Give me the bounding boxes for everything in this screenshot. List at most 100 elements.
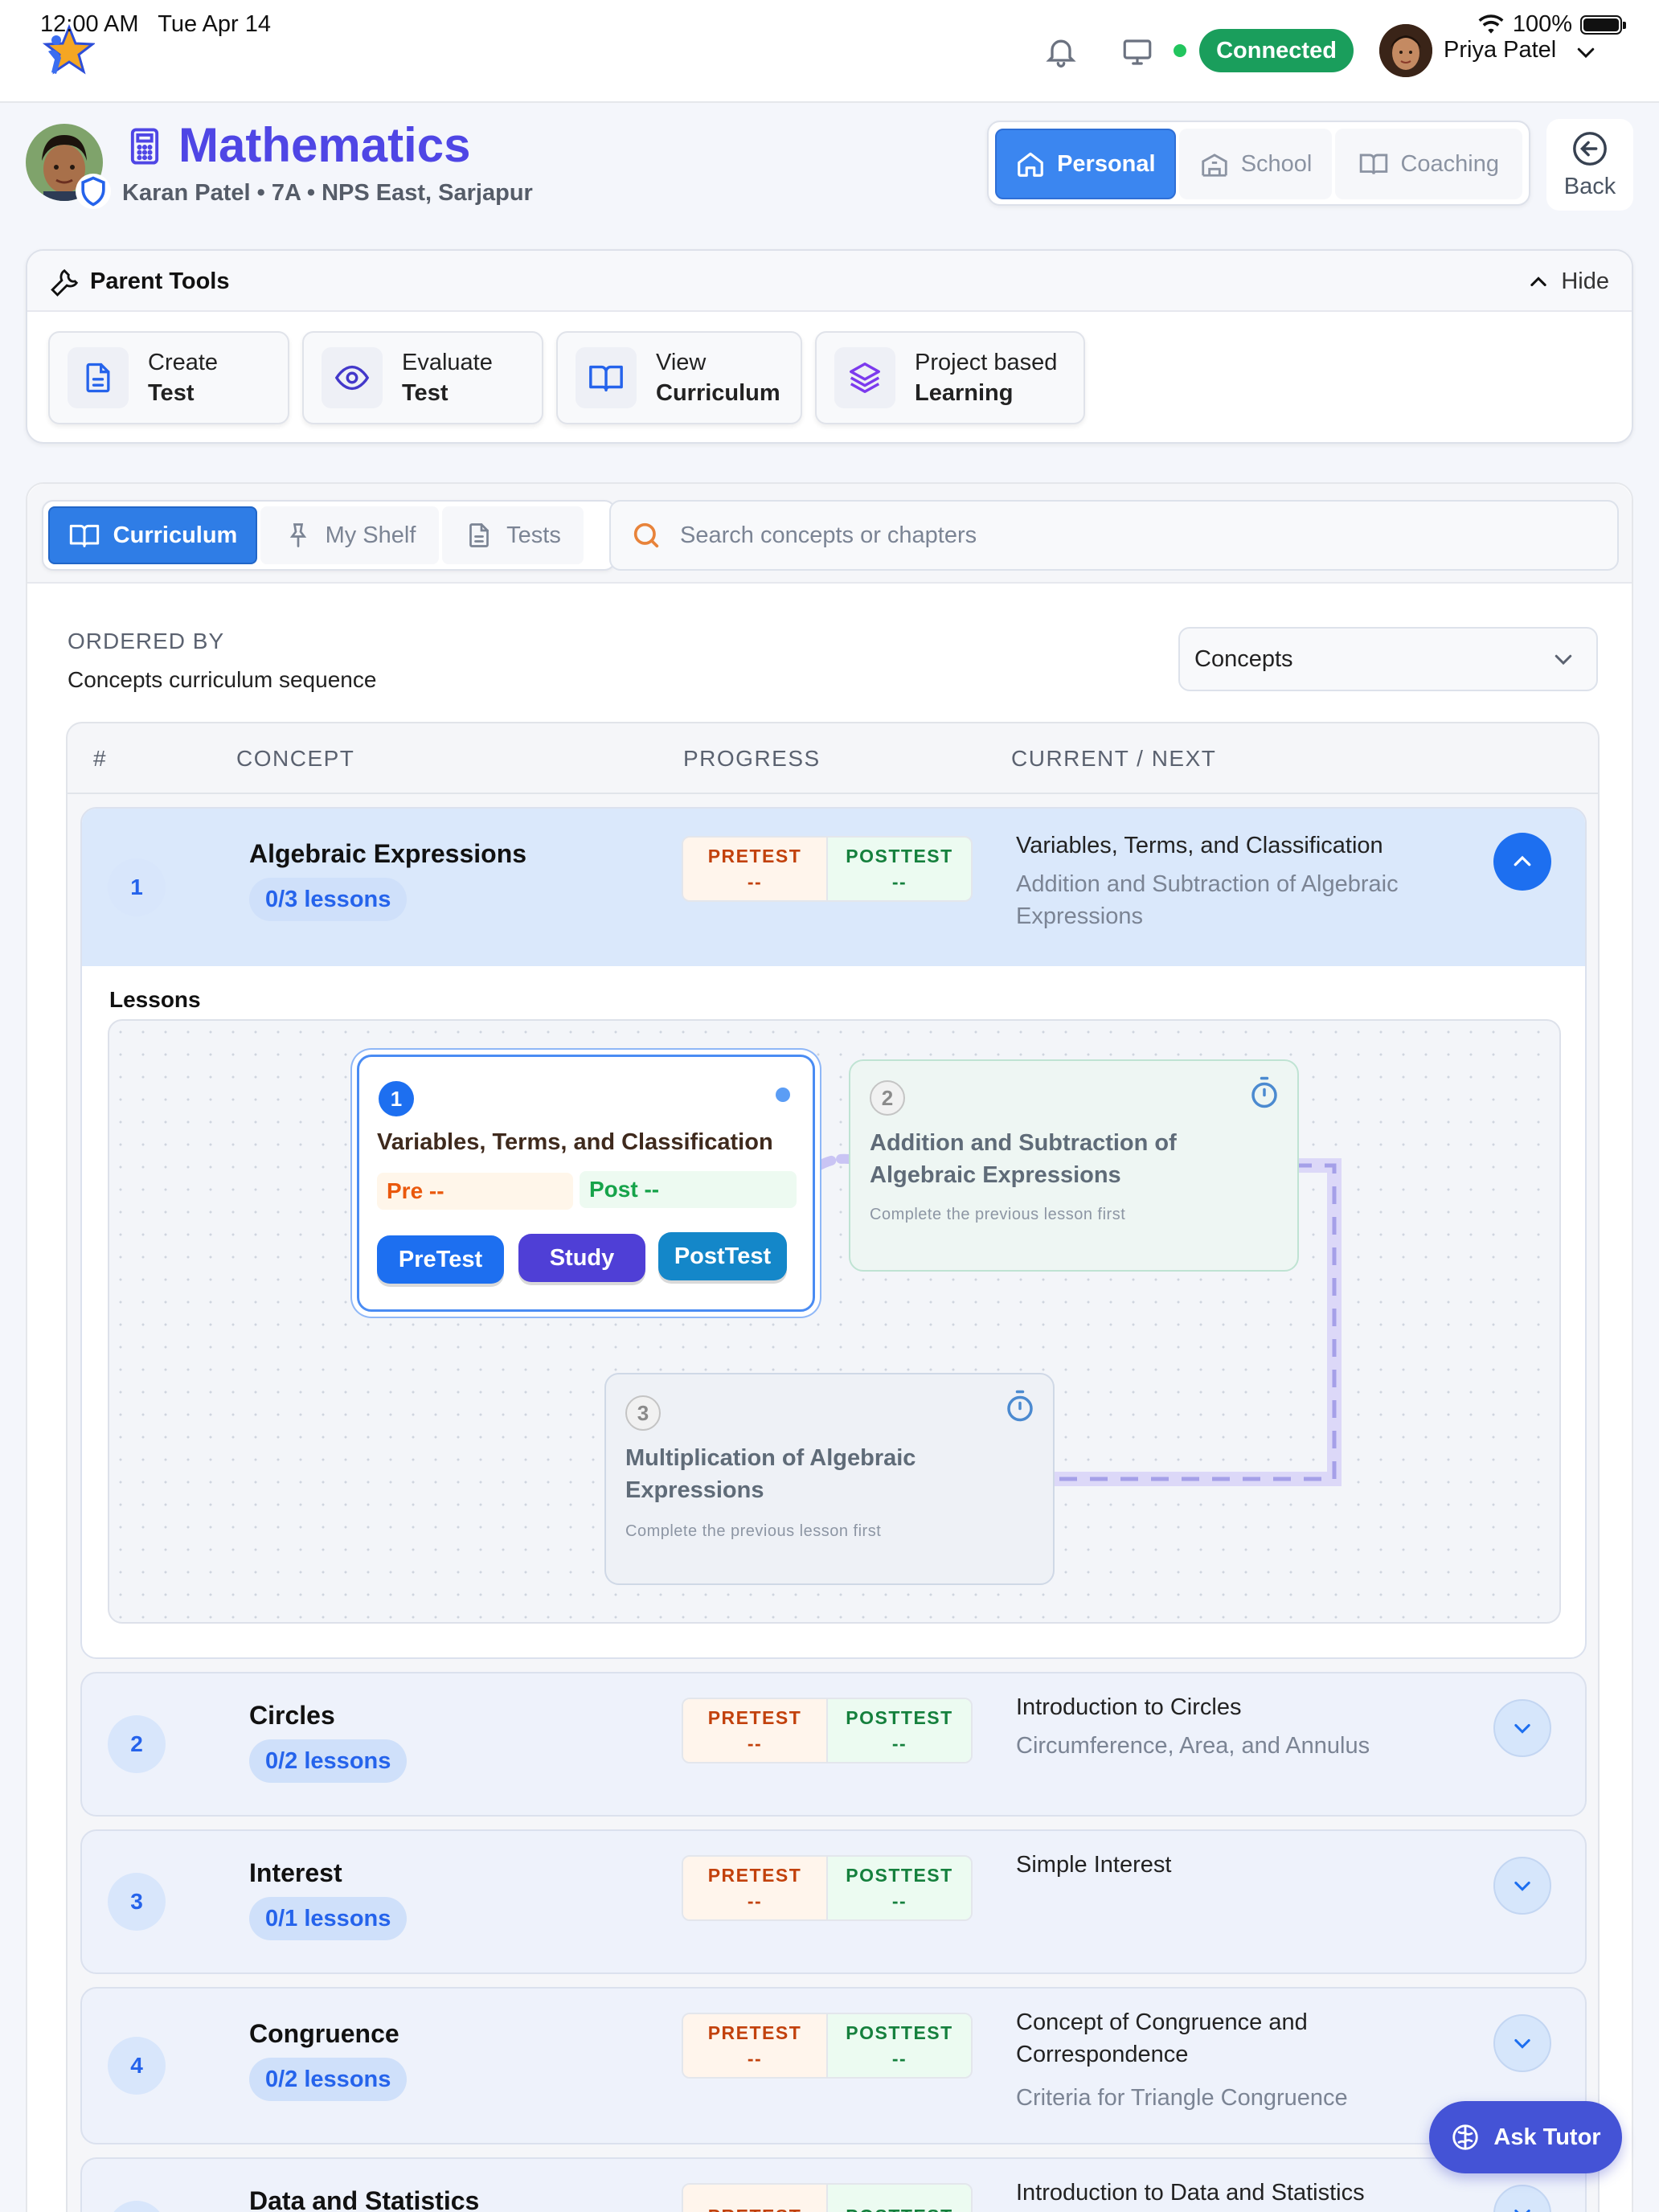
tool-icon-box bbox=[834, 347, 895, 408]
study-button[interactable]: Study bbox=[518, 1234, 645, 1282]
search-input[interactable]: Search concepts or chapters bbox=[680, 522, 977, 549]
battery-percent: 100% bbox=[1512, 11, 1572, 37]
book-icon bbox=[1360, 154, 1388, 174]
project-based-learning-tool[interactable]: Project based Learning bbox=[815, 331, 1085, 424]
progress-scores: PRETEST -- POSTTEST -- bbox=[682, 836, 973, 902]
parent-tools-panel: Parent Tools Hide Create Test Evaluate Tes… bbox=[26, 249, 1633, 444]
tab-tests[interactable]: Tests bbox=[442, 506, 584, 564]
ordering-select[interactable]: Concepts bbox=[1178, 627, 1598, 691]
back-button[interactable]: Back bbox=[1546, 119, 1633, 211]
col-header-current-next: CURRENT / NEXT bbox=[1011, 746, 1217, 771]
status-clock: 12:00 AM bbox=[40, 11, 139, 37]
concept-number: 4 bbox=[108, 2037, 166, 2095]
create-test-tool[interactable]: Create Test bbox=[48, 331, 289, 424]
tool-line2: Test bbox=[148, 380, 195, 406]
chevron-up-icon bbox=[1530, 276, 1547, 286]
tab-my-shelf[interactable]: My Shelf bbox=[260, 506, 439, 564]
expand-button[interactable] bbox=[1493, 2185, 1551, 2212]
current-lesson: Simple Interest bbox=[1016, 1852, 1172, 1878]
curriculum-panel: Curriculum My Shelf Tests Search concept… bbox=[26, 482, 1633, 2212]
tab-label: My Shelf bbox=[325, 522, 416, 548]
tool-line2: Test bbox=[402, 380, 449, 406]
lesson-card-1[interactable]: 1 Variables, Terms, and Classification P… bbox=[357, 1055, 815, 1312]
concept-number: 5 bbox=[108, 2201, 166, 2212]
status-right: 100% bbox=[1477, 11, 1626, 38]
back-label: Back bbox=[1563, 173, 1616, 199]
pretest-button[interactable]: PreTest bbox=[377, 1235, 504, 1284]
search-box[interactable]: Search concepts or chapters bbox=[609, 500, 1619, 571]
posttest-score: POSTTEST -- bbox=[828, 838, 971, 900]
content-tabs-bar: Curriculum My Shelf Tests Search concept… bbox=[27, 484, 1632, 584]
status-time: 12:00 AM Tue Apr 14 bbox=[40, 11, 271, 38]
posttest-score: POSTTEST -- bbox=[828, 1857, 971, 1919]
pretest-value: -- bbox=[747, 2048, 763, 2069]
expand-button[interactable] bbox=[1493, 2014, 1551, 2072]
next-lesson: Circumference, Area, and Annulus bbox=[1016, 1733, 1370, 1759]
subject-title: Mathematics bbox=[178, 118, 471, 172]
lesson-post-score: Post -- bbox=[580, 1171, 797, 1208]
lessons-count-badge: 0/3 lessons bbox=[249, 878, 408, 921]
tab-curriculum[interactable]: Curriculum bbox=[48, 506, 257, 564]
lesson-card-2[interactable]: 2 Addition and Subtraction of Algebraic … bbox=[849, 1059, 1299, 1272]
lesson-number: 3 bbox=[625, 1395, 661, 1431]
lessons-count-badge: 0/2 lessons bbox=[249, 2058, 408, 2101]
ordered-by-label: ORDERED BY bbox=[68, 629, 225, 653]
current-lesson: Introduction to Data and Statistics bbox=[1016, 2180, 1365, 2206]
expand-button[interactable] bbox=[1493, 1699, 1551, 1757]
concept-table: # CONCEPT PROGRESS CURRENT / NEXT 1 Alge… bbox=[66, 722, 1600, 2212]
tab-label: Tests bbox=[506, 522, 561, 548]
lesson-locked-hint: Complete the previous lesson first bbox=[870, 1206, 1126, 1223]
mode-tab-school[interactable]: School bbox=[1178, 129, 1333, 199]
concept-row[interactable]: 5 Data and Statistics PRETEST POSTTEST I… bbox=[80, 2157, 1587, 2212]
search-icon bbox=[633, 522, 659, 548]
school-icon bbox=[1202, 154, 1227, 177]
pretest-score: PRETEST -- bbox=[683, 2014, 828, 2077]
next-lesson: Addition and Subtraction of Algebraic Ex… bbox=[1016, 871, 1399, 929]
table-header: # CONCEPT PROGRESS CURRENT / NEXT bbox=[68, 723, 1598, 794]
hide-tools-button[interactable]: Hide bbox=[1527, 268, 1609, 295]
lessons-count-badge: 0/1 lessons bbox=[249, 1897, 408, 1940]
col-header-progress: PROGRESS bbox=[683, 746, 821, 771]
lesson-card-3[interactable]: 3 Multiplication of Algebraic Expression… bbox=[604, 1373, 1055, 1585]
pretest-value: -- bbox=[747, 1890, 763, 1911]
tool-line1: Project based bbox=[915, 350, 1058, 375]
chevron-down-icon bbox=[1514, 2209, 1530, 2212]
collapse-button[interactable] bbox=[1493, 833, 1551, 891]
evaluate-test-tool[interactable]: Evaluate Test bbox=[302, 331, 543, 424]
progress-scores: PRETEST POSTTEST bbox=[682, 2183, 973, 2212]
calculator-icon bbox=[130, 128, 159, 165]
concept-row[interactable]: 4 Congruence 0/2 lessons PRETEST -- POSTT… bbox=[80, 1987, 1587, 2144]
concept-row[interactable]: 3 Interest 0/1 lessons PRETEST -- POSTTES… bbox=[80, 1829, 1587, 1974]
posttest-button[interactable]: PostTest bbox=[658, 1232, 787, 1280]
mode-tab-personal[interactable]: Personal bbox=[995, 129, 1176, 199]
ordered-by-value: Concepts curriculum sequence bbox=[68, 667, 377, 692]
posttest-value: -- bbox=[891, 1890, 907, 1911]
posttest-value: -- bbox=[891, 1733, 907, 1754]
student-info: Karan Patel • 7A • NPS East, Sarjapur bbox=[122, 180, 533, 206]
concept-row[interactable]: 2 Circles 0/2 lessons PRETEST -- POSTTEST… bbox=[80, 1672, 1587, 1817]
posttest-value: -- bbox=[891, 871, 907, 892]
concept-row-header[interactable]: 1 Algebraic Expressions 0/3 lessons PRET… bbox=[82, 809, 1585, 966]
ask-tutor-button[interactable]: Ask Tutor bbox=[1429, 2101, 1622, 2173]
posttest-score: POSTTEST -- bbox=[828, 1699, 971, 1762]
status-bar: 12:00 AM Tue Apr 14 100% bbox=[0, 0, 1659, 48]
content-tabs: Curriculum My Shelf Tests bbox=[42, 500, 616, 571]
concept-name: Interest bbox=[249, 1858, 342, 1887]
pretest-label: PRETEST bbox=[707, 2022, 802, 2043]
expand-button[interactable] bbox=[1493, 1857, 1551, 1915]
lesson-locked-hint: Complete the previous lesson first bbox=[625, 1522, 882, 1540]
chevron-up-icon bbox=[1514, 855, 1531, 866]
concept-name: Congruence bbox=[249, 2019, 399, 2048]
pretest-value: -- bbox=[747, 1733, 763, 1754]
pretest-score: PRETEST -- bbox=[683, 1857, 828, 1919]
view-curriculum-tool[interactable]: View Curriculum bbox=[556, 331, 802, 424]
concept-name: Data and Statistics bbox=[249, 2186, 480, 2212]
col-header-num: # bbox=[93, 746, 108, 771]
posttest-value: -- bbox=[891, 2048, 907, 2069]
pin-icon bbox=[289, 523, 306, 547]
pretest-label: PRETEST bbox=[707, 1865, 802, 1886]
document-icon bbox=[469, 523, 490, 547]
concept-number: 1 bbox=[108, 858, 166, 916]
mode-tab-label: Coaching bbox=[1400, 150, 1499, 177]
mode-tab-coaching[interactable]: Coaching bbox=[1335, 129, 1522, 199]
